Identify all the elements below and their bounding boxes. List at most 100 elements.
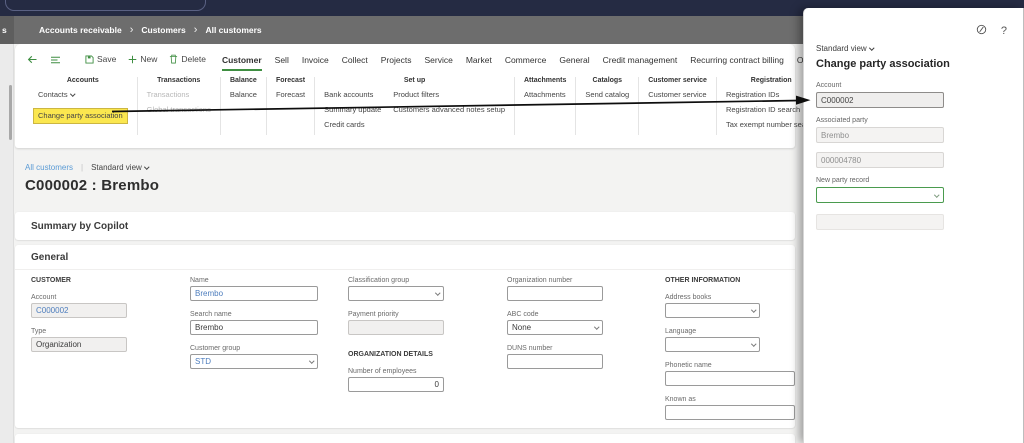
type-field bbox=[31, 337, 127, 352]
phonetic-name-field[interactable] bbox=[665, 371, 795, 386]
ribbon-group-attachments: Attachments Attachments bbox=[515, 77, 577, 135]
breadcrumb-item-accounts-receivable[interactable]: Accounts receivable bbox=[39, 25, 122, 35]
forecast-button[interactable]: Forecast bbox=[276, 90, 305, 100]
change-party-association-button[interactable]: Change party association bbox=[33, 108, 128, 124]
ribbon-group-transactions: Transactions Transactions Global transac… bbox=[138, 77, 221, 135]
ribbon-group-forecast: Forecast Forecast bbox=[267, 77, 316, 135]
nav-pane-sliver-text: s bbox=[2, 25, 7, 35]
new-button[interactable]: New bbox=[128, 54, 157, 64]
panel-body: Account Associated party New party recor… bbox=[816, 82, 1011, 230]
global-transactions-button: Global transactions bbox=[146, 105, 211, 114]
general-section-title[interactable]: General bbox=[15, 245, 795, 270]
new-label: New bbox=[140, 54, 158, 64]
general-column-organization: Organization number ABC code DUNS number bbox=[507, 275, 603, 369]
back-button[interactable] bbox=[27, 54, 38, 65]
organization-number-label: Organization number bbox=[507, 277, 573, 284]
panel-account-field bbox=[816, 92, 944, 108]
address-books-field[interactable] bbox=[665, 303, 760, 318]
trash-icon bbox=[170, 54, 178, 64]
panel-new-party-record-field[interactable] bbox=[816, 187, 944, 203]
tab-recurring-contract-billing[interactable]: Recurring contract billing bbox=[690, 47, 784, 71]
duns-number-field[interactable] bbox=[507, 354, 603, 369]
classification-group-field[interactable] bbox=[348, 286, 444, 301]
action-pane: Save New Delete Customer Sell Invoice Co… bbox=[15, 44, 826, 148]
account-field bbox=[31, 303, 127, 318]
view-selector[interactable]: Standard view bbox=[91, 163, 150, 172]
tab-sell[interactable]: Sell bbox=[275, 47, 289, 71]
tab-general[interactable]: General bbox=[559, 47, 589, 71]
ribbon-group-balance: Balance Balance bbox=[221, 77, 267, 135]
balance-button[interactable]: Balance bbox=[230, 90, 257, 100]
breadcrumb-item-all-customers[interactable]: All customers bbox=[205, 25, 261, 35]
tab-collect[interactable]: Collect bbox=[342, 47, 368, 71]
panel-account-label: Account bbox=[816, 82, 842, 89]
chevron-right-icon: › bbox=[129, 23, 134, 36]
panel-view-selector[interactable]: Standard view bbox=[816, 44, 1023, 53]
customer-group-field[interactable] bbox=[190, 354, 318, 369]
left-rail-scrollbar[interactable] bbox=[9, 85, 12, 140]
language-field[interactable] bbox=[665, 337, 760, 352]
ribbon-group-title: Customer service bbox=[648, 77, 707, 84]
ribbon-group-title: Accounts bbox=[66, 77, 99, 84]
copilot-summary-section[interactable]: Summary by Copilot bbox=[15, 212, 795, 240]
classification-group-label: Classification group bbox=[348, 277, 410, 284]
language-label: Language bbox=[665, 328, 697, 335]
feedback-icon[interactable] bbox=[976, 22, 987, 40]
topbar-tab-outline bbox=[5, 0, 206, 11]
number-of-employees-field[interactable] bbox=[348, 377, 444, 392]
save-icon bbox=[85, 54, 94, 64]
ribbon-group-catalogs: Catalogs Send catalog bbox=[576, 77, 640, 135]
ribbon-group-accounts: Accounts Contacts Change party associati… bbox=[29, 77, 138, 135]
name-field[interactable] bbox=[190, 286, 318, 301]
product-filters-button[interactable]: Product filters bbox=[393, 90, 505, 100]
organization-details-header: ORGANIZATION DETAILS bbox=[348, 351, 433, 358]
panel-party-number-field bbox=[816, 152, 944, 168]
app-window: Accounts receivable › Customers › All cu… bbox=[0, 0, 1024, 443]
organization-number-field[interactable] bbox=[507, 286, 603, 301]
customers-advanced-notes-setup-button[interactable]: Customers advanced notes setup bbox=[393, 105, 505, 115]
known-as-field[interactable] bbox=[665, 405, 795, 420]
action-pane-menu-icon[interactable] bbox=[50, 55, 61, 64]
tab-projects[interactable]: Projects bbox=[381, 47, 412, 71]
ribbon-group-title: Catalogs bbox=[592, 77, 623, 84]
customer-group-label: Customer group bbox=[190, 345, 241, 352]
left-rail bbox=[0, 44, 14, 443]
tab-commerce[interactable]: Commerce bbox=[505, 47, 547, 71]
tab-market[interactable]: Market bbox=[466, 47, 492, 71]
ribbon-group-title: Set up bbox=[403, 77, 426, 84]
addresses-section[interactable]: Addresses bbox=[15, 434, 795, 443]
chevron-down-icon bbox=[144, 163, 150, 169]
panel-associated-party-field bbox=[816, 127, 944, 143]
copilot-section-title: Summary by Copilot bbox=[31, 220, 129, 232]
abc-code-field[interactable] bbox=[507, 320, 603, 335]
page-title: C000002 : Brembo bbox=[25, 177, 160, 194]
page-header: All customers | Standard view C000002 : … bbox=[25, 163, 159, 194]
known-as-label: Known as bbox=[665, 396, 696, 403]
tab-customer[interactable]: Customer bbox=[222, 47, 262, 71]
name-label: Name bbox=[190, 277, 209, 284]
chevron-down-icon bbox=[868, 44, 874, 50]
other-information-header: OTHER INFORMATION bbox=[665, 277, 741, 284]
help-icon[interactable]: ? bbox=[1001, 25, 1007, 37]
tab-credit-management[interactable]: Credit management bbox=[603, 47, 678, 71]
customer-service-button[interactable]: Customer service bbox=[648, 90, 707, 100]
save-button[interactable]: Save bbox=[85, 54, 116, 64]
bank-accounts-button[interactable]: Bank accounts bbox=[324, 90, 381, 100]
delete-button[interactable]: Delete bbox=[169, 54, 206, 64]
credit-cards-button[interactable]: Credit cards bbox=[324, 120, 381, 130]
general-column-name: Name Search name Customer group bbox=[190, 275, 318, 369]
ribbon-group-setup: Set up Bank accounts Summary update Cred… bbox=[315, 77, 515, 135]
summary-update-button[interactable]: Summary update bbox=[324, 105, 381, 115]
tab-invoice[interactable]: Invoice bbox=[302, 47, 329, 71]
contacts-menu-button[interactable]: Contacts bbox=[38, 90, 128, 100]
breadcrumb-item-customers[interactable]: Customers bbox=[141, 25, 185, 35]
send-catalog-button[interactable]: Send catalog bbox=[585, 90, 629, 100]
search-name-field[interactable] bbox=[190, 320, 318, 335]
change-party-association-panel: ? Standard view Change party association… bbox=[803, 8, 1024, 443]
tab-service[interactable]: Service bbox=[424, 47, 452, 71]
action-pane-tabs: Customer Sell Invoice Collect Projects S… bbox=[222, 47, 826, 71]
all-customers-link[interactable]: All customers bbox=[25, 163, 73, 172]
plus-icon bbox=[129, 55, 137, 63]
attachments-button[interactable]: Attachments bbox=[524, 90, 566, 100]
delete-label: Delete bbox=[181, 54, 206, 64]
